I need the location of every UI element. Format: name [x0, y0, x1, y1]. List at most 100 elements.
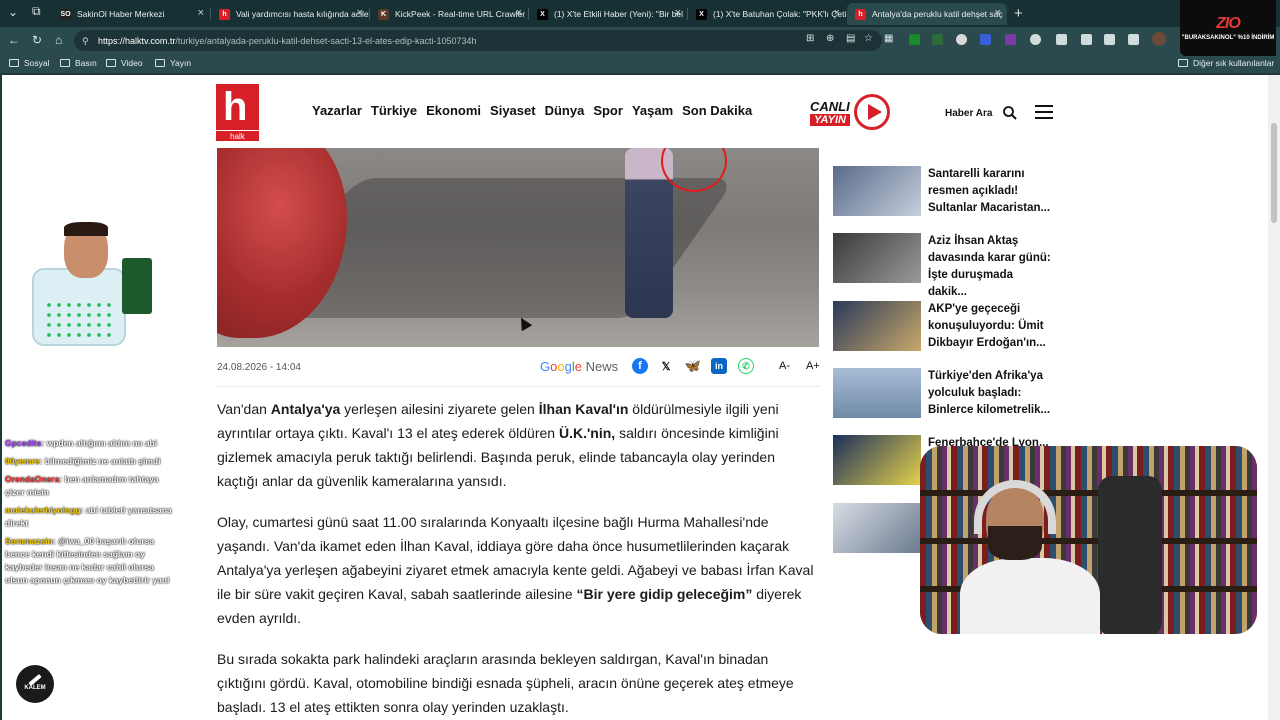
bookmarks-bar: Sosyal Basın Video Yayın Diğer sık kulla… [0, 54, 1280, 74]
scrollbar-thumb[interactable] [1271, 123, 1277, 223]
live-label: CANLI [810, 99, 850, 114]
close-icon[interactable]: × [834, 7, 840, 19]
nav-ekonomi[interactable]: Ekonomi [426, 103, 481, 118]
headset [974, 480, 1056, 534]
font-smaller-button[interactable]: A- [779, 360, 790, 372]
text-run: Van'dan [217, 401, 271, 417]
bookmark-folder[interactable]: Video [106, 58, 143, 68]
reload-icon[interactable]: ↻ [32, 33, 42, 47]
home-icon[interactable]: ⌂ [55, 33, 62, 47]
new-tab-icon[interactable]: + [1014, 5, 1023, 22]
favorite-star-icon[interactable]: ☆ [864, 33, 873, 44]
sidebar-news-item[interactable]: Aziz İhsan Aktaş davasında karar günü: İ… [833, 233, 1058, 298]
chat-message: 00yemre: bilmediğimiz ne anlattı şimdi [5, 456, 161, 466]
tab-3[interactable]: K KickPeek - Real-time URL Crawler × [370, 3, 528, 25]
profile-avatar[interactable] [1152, 32, 1166, 46]
nav-yazarlar[interactable]: Yazarlar [312, 103, 362, 118]
facebook-icon[interactable]: f [632, 358, 648, 374]
google-news-button[interactable]: Google News [540, 359, 618, 374]
news-thumbnail [833, 166, 921, 216]
bookmark-folder[interactable]: Yayın [155, 58, 191, 68]
gn-letter: G [540, 359, 551, 374]
streamer-avatar-overlay [30, 222, 152, 346]
tab-2[interactable]: h Vali yardımcısı hasta kılığında acile … [211, 3, 369, 25]
page-scrollbar[interactable] [1268, 75, 1280, 720]
article-paragraph: Olay, cumartesi günü saat 11.00 sıraları… [217, 510, 817, 630]
url-host: https://halktv.com.tr [98, 35, 176, 46]
streamer [960, 476, 1100, 634]
tab-favicon-icon: X [537, 8, 548, 20]
sidebar-news-item[interactable]: Türkiye'den Afrika'ya yolculuk başladı: … [833, 368, 1058, 420]
zoom-icon[interactable]: ⊕ [826, 33, 834, 44]
chat-message: molekulerbiyologg: abi tableti yansıtsan… [5, 505, 172, 528]
chat-username: molekulerbiyologg [5, 505, 81, 515]
url-bar[interactable]: ⚲ https://halktv.com.tr/turkiye/antalyad… [74, 30, 882, 51]
tab-6-active[interactable]: h Antalya'da peruklu katil dehşet saç × [847, 3, 1007, 25]
close-icon[interactable]: × [995, 7, 1001, 19]
close-icon[interactable]: × [198, 7, 204, 19]
news-title: AKP'ye geçeceği konuşuluyordu: Ümit Dikb… [928, 303, 1046, 349]
tab-favicon-icon: K [378, 8, 389, 20]
sidebar-news-item[interactable]: AKP'ye geçeceği konuşuluyordu: Ümit Dikb… [833, 301, 1058, 353]
tab-title: KickPeek - Real-time URL Crawler [395, 9, 526, 19]
tab-title: Antalya'da peruklu katil dehşet saç [872, 9, 1003, 19]
tab-4[interactable]: X (1) X'te Etkili Haber (Yeni): "Bir bel… [529, 3, 687, 25]
play-icon [854, 94, 890, 130]
workspaces-icon[interactable]: ⧉ [32, 4, 41, 19]
back-icon[interactable]: ← [8, 33, 20, 47]
streamer-body [960, 558, 1100, 634]
nav-yasam[interactable]: Yaşam [632, 103, 673, 118]
bluesky-icon[interactable]: 🦋 [685, 358, 701, 374]
sidebar-news-item[interactable]: Santarelli kararını resmen açıkladı! Sul… [833, 166, 1058, 218]
extensions-puzzle-icon[interactable] [1030, 34, 1041, 45]
settings-icon[interactable] [1128, 34, 1139, 45]
news-title: Türkiye'den Afrika'ya yolculuk başladı: … [928, 370, 1051, 416]
chat-username: OrendaOnera [5, 474, 60, 484]
site-logo[interactable]: h halk [216, 84, 259, 141]
whatsapp-icon[interactable]: ✆ [738, 358, 754, 374]
jar-graphic [32, 268, 126, 346]
nav-spor[interactable]: Spor [593, 103, 623, 118]
close-icon[interactable]: × [357, 7, 363, 19]
news-thumbnail [833, 301, 921, 351]
extension-icon[interactable] [932, 34, 943, 45]
close-icon[interactable]: × [516, 7, 522, 19]
menu-icon[interactable] [1035, 105, 1053, 119]
nav-dunya[interactable]: Dünya [545, 103, 585, 118]
search-button[interactable]: Haber Ara [945, 105, 1018, 121]
nav-son-dakika[interactable]: Son Dakika [682, 103, 752, 118]
extension-icon[interactable] [956, 34, 967, 45]
favorites-icon[interactable] [1081, 34, 1092, 45]
close-icon[interactable]: × [675, 7, 681, 19]
nav-turkiye[interactable]: Türkiye [371, 103, 417, 118]
gn-letter: e [574, 359, 582, 374]
pen-label: KALEM [24, 684, 46, 691]
extension-icon[interactable] [980, 34, 991, 45]
pen-tool-button[interactable]: KALEM [16, 665, 54, 703]
nav-siyaset[interactable]: Siyaset [490, 103, 536, 118]
app-icon[interactable]: ⊞ [806, 33, 814, 44]
folder-icon [1178, 59, 1188, 67]
split-screen-icon[interactable] [1056, 34, 1067, 45]
tab-1[interactable]: SO SakinOl Haber Merkezi × [52, 3, 210, 25]
x-twitter-icon[interactable]: 𝕏 [658, 358, 674, 374]
site-info-icon[interactable]: ⚲ [82, 36, 92, 46]
search-icon [1003, 106, 1018, 120]
extension-icon[interactable]: ▦ [884, 33, 893, 44]
sponsor-code: "BURAKSAKINOL" %10 İNDİRİM [1181, 35, 1275, 41]
live-broadcast-button[interactable]: CANLI YAYIN [808, 93, 894, 133]
other-bookmarks[interactable]: Diğer sık kullanılanlar [1178, 58, 1274, 68]
tab-5[interactable]: X (1) X'te Batuhan Çolak: "PKK'lı Çeti × [688, 3, 846, 25]
tab-title: (1) X'te Batuhan Çolak: "PKK'lı Çeti [713, 9, 846, 19]
tab-list-icon[interactable]: ⌄ [8, 5, 18, 19]
tab-title: (1) X'te Etkili Haber (Yeni): "Bir bel [554, 9, 684, 19]
collections-icon[interactable] [1104, 34, 1115, 45]
reader-icon[interactable]: ▤ [846, 33, 855, 44]
extension-icon[interactable] [1005, 34, 1016, 45]
font-larger-button[interactable]: A+ [806, 360, 820, 372]
linkedin-icon[interactable]: in [711, 358, 727, 374]
extension-icon[interactable] [909, 34, 920, 45]
bookmark-folder[interactable]: Basın [60, 58, 97, 68]
gaming-chair [1098, 476, 1162, 634]
bookmark-folder[interactable]: Sosyal [9, 58, 50, 68]
